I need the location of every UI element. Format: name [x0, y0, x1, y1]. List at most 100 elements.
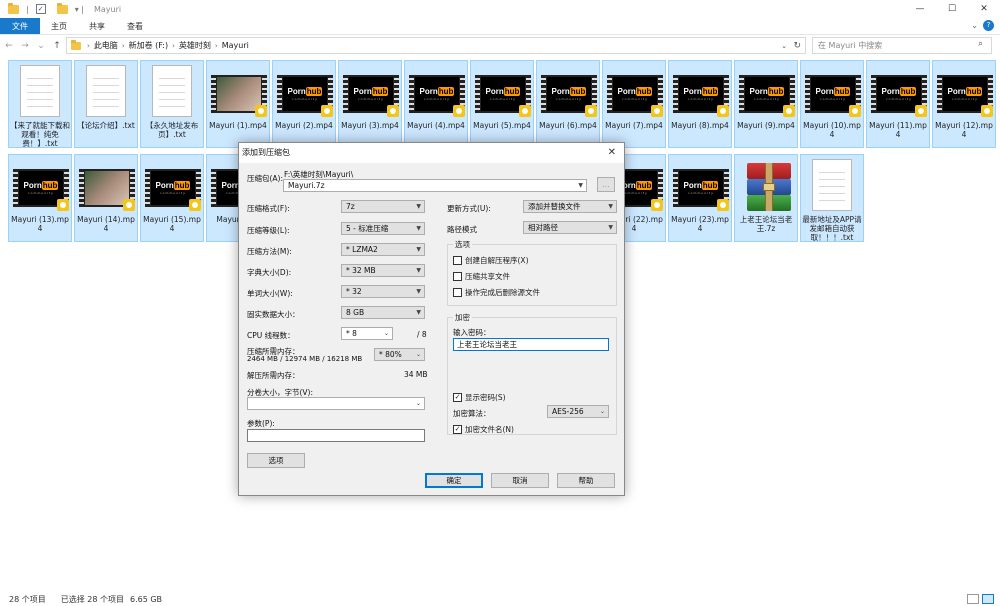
file-name: Mayuri (14).mp4	[77, 215, 135, 233]
compress-shared-checkbox[interactable]: 压缩共享文件	[453, 271, 510, 282]
password-input[interactable]: 上老王论坛当老王	[453, 338, 609, 351]
file-item[interactable]: Mayuri (14).mp4	[74, 154, 138, 242]
breadcrumb-drive[interactable]: 新加卷 (F:)	[129, 40, 168, 51]
memory-percent-select[interactable]: * 80% ⌄	[374, 348, 425, 361]
file-name: 【来了就能下载和观看！纯免费！】.txt	[10, 121, 70, 148]
file-name: Mayuri (13).mp4	[11, 215, 69, 233]
help-icon[interactable]: ?	[983, 20, 994, 31]
tab-view[interactable]: 查看	[116, 18, 154, 34]
video-thumbnail: Pornhubcommunity	[607, 65, 663, 117]
method-select[interactable]: * LZMA2 ▼	[341, 243, 425, 256]
expand-ribbon-icon[interactable]: ⌄	[971, 21, 978, 30]
forward-arrow-icon[interactable]: →	[18, 41, 32, 51]
update-select[interactable]: 添加并替换文件 ▼	[523, 200, 617, 213]
file-item[interactable]: Pornhub community Mayuri (2).mp4	[272, 60, 336, 148]
file-name: 【论坛介绍】.txt	[77, 121, 135, 130]
search-icon[interactable]: ⌕	[978, 39, 995, 49]
address-bar[interactable]: › 此电脑 › 新加卷 (F:) › 英雄时刻 › Mayuri ⌄ ↻	[66, 37, 806, 54]
format-select[interactable]: 7z ▼	[341, 200, 425, 213]
params-input[interactable]	[247, 429, 425, 442]
cancel-button[interactable]: 取消	[491, 473, 549, 488]
archive-name-combo[interactable]: Mayuri.7z ▼	[283, 179, 587, 192]
file-item[interactable]: Pornhub community Mayuri (10).mp4	[800, 60, 864, 148]
file-item[interactable]: 【来了就能下载和观看！纯免费！】.txt	[8, 60, 72, 148]
file-item[interactable]: Pornhub community Mayuri (11).mp4	[866, 60, 930, 148]
breadcrumb-separator-icon[interactable]: ›	[122, 42, 125, 50]
video-thumbnail: Pornhubcommunity	[277, 65, 333, 117]
media-player-icon	[123, 199, 135, 211]
options-button[interactable]: 选项	[247, 453, 305, 468]
breadcrumb-separator-icon[interactable]: ›	[215, 42, 218, 50]
file-item[interactable]: Pornhub community Mayuri (7).mp4	[602, 60, 666, 148]
tab-file[interactable]: 文件	[0, 18, 40, 34]
create-sfx-checkbox[interactable]: 创建自解压程序(X)	[453, 255, 529, 266]
file-item[interactable]: 【永久地址发布页】.txt	[140, 60, 204, 148]
update-label: 更新方式(U):	[447, 204, 491, 213]
breadcrumb-separator-icon[interactable]: ›	[172, 42, 175, 50]
ok-button[interactable]: 确定	[425, 473, 483, 488]
file-item[interactable]: Pornhub community Mayuri (3).mp4	[338, 60, 402, 148]
tab-home[interactable]: 主页	[40, 18, 78, 34]
file-item[interactable]: Mayuri (1).mp4	[206, 60, 270, 148]
file-item[interactable]: Pornhub community Mayuri (12).mp4	[932, 60, 996, 148]
options-group-title: 选项	[453, 239, 472, 250]
document-line	[27, 78, 53, 79]
close-button[interactable]: ✕	[968, 0, 1000, 18]
tab-share[interactable]: 共享	[78, 18, 116, 34]
details-view-icon[interactable]	[967, 594, 979, 604]
breadcrumb-this-pc[interactable]: 此电脑	[94, 40, 118, 51]
file-item[interactable]: Pornhub community Mayuri (8).mp4	[668, 60, 732, 148]
file-item[interactable]: Pornhub community Mayuri (15).mp4	[140, 154, 204, 242]
media-player-icon	[651, 199, 663, 211]
path-mode-select[interactable]: 相对路径 ▼	[523, 221, 617, 234]
file-item[interactable]: 最新地址及APP请发邮箱自动获取！！！.txt	[800, 154, 864, 242]
properties-icon[interactable]: ✓	[35, 4, 46, 14]
video-thumbnail: Pornhubcommunity	[13, 159, 69, 211]
file-item[interactable]: Pornhub community Mayuri (4).mp4	[404, 60, 468, 148]
file-name: 【永久地址发布页】.txt	[145, 121, 199, 139]
up-arrow-icon[interactable]: ↑	[50, 41, 64, 51]
encryption-group-title: 加密	[453, 312, 472, 323]
refresh-icon[interactable]: ↻	[793, 41, 801, 51]
minimize-button[interactable]: —	[904, 0, 936, 18]
breadcrumb-current[interactable]: Mayuri	[222, 41, 249, 50]
customize-quick-access-icon[interactable]: ▾ |	[75, 5, 84, 14]
dict-select[interactable]: * 32 MB ▼	[341, 264, 425, 277]
delete-after-checkbox[interactable]: 操作完成后删除源文件	[453, 287, 540, 298]
new-folder-icon[interactable]	[56, 2, 68, 14]
format-value: 7z	[346, 202, 355, 211]
method-label: 压缩方法(M):	[247, 247, 292, 256]
threads-select[interactable]: * 8 ⌄	[341, 327, 393, 340]
file-name: Mayuri (5).mp4	[473, 121, 531, 130]
dict-value: * 32 MB	[346, 266, 376, 275]
help-button[interactable]: 帮助	[557, 473, 615, 488]
file-item[interactable]: Pornhub community Mayuri (13).mp4	[8, 154, 72, 242]
file-name: Mayuri (12).mp4	[935, 121, 993, 139]
video-thumbnail: Pornhubcommunity	[739, 65, 795, 117]
show-password-checkbox[interactable]: ✓ 显示密码(S)	[453, 392, 506, 403]
encrypt-names-checkbox[interactable]: ✓ 加密文件名(N)	[453, 424, 514, 435]
large-icons-view-icon[interactable]	[982, 594, 994, 604]
search-input[interactable]: 在 Mayuri 中搜索	[812, 37, 992, 54]
back-arrow-icon[interactable]: ←	[2, 41, 16, 51]
level-select[interactable]: 5 - 标准压缩 ▼	[341, 222, 425, 235]
word-select[interactable]: * 32 ▼	[341, 285, 425, 298]
recent-locations-icon[interactable]: ⌄	[34, 41, 48, 51]
file-item[interactable]: Pornhub community Mayuri (9).mp4	[734, 60, 798, 148]
split-size-combo[interactable]: ⌄	[247, 397, 425, 410]
file-item[interactable]: Pornhub community Mayuri (5).mp4	[470, 60, 534, 148]
file-item[interactable]: 上老王论坛当老王.7z	[734, 154, 798, 242]
status-bar: 28 个项目 已选择 28 个项目 6.65 GB	[0, 592, 1000, 606]
dialog-close-button[interactable]: ✕	[608, 143, 616, 163]
breadcrumb-separator-icon[interactable]: ›	[87, 42, 90, 50]
file-item[interactable]: 【论坛介绍】.txt	[74, 60, 138, 148]
maximize-button[interactable]: ☐	[936, 0, 968, 18]
breadcrumb-folder[interactable]: 英雄时刻	[179, 40, 211, 51]
solid-select[interactable]: 8 GB ▼	[341, 306, 425, 319]
video-thumbnail: Pornhubcommunity	[805, 65, 861, 117]
encryption-method-select[interactable]: AES-256 ⌄	[547, 405, 609, 418]
file-item[interactable]: Pornhub community Mayuri (6).mp4	[536, 60, 600, 148]
address-dropdown-icon[interactable]: ⌄	[781, 42, 787, 50]
browse-button[interactable]: ...	[597, 177, 615, 192]
file-item[interactable]: Pornhub community Mayuri (23).mp4	[668, 154, 732, 242]
